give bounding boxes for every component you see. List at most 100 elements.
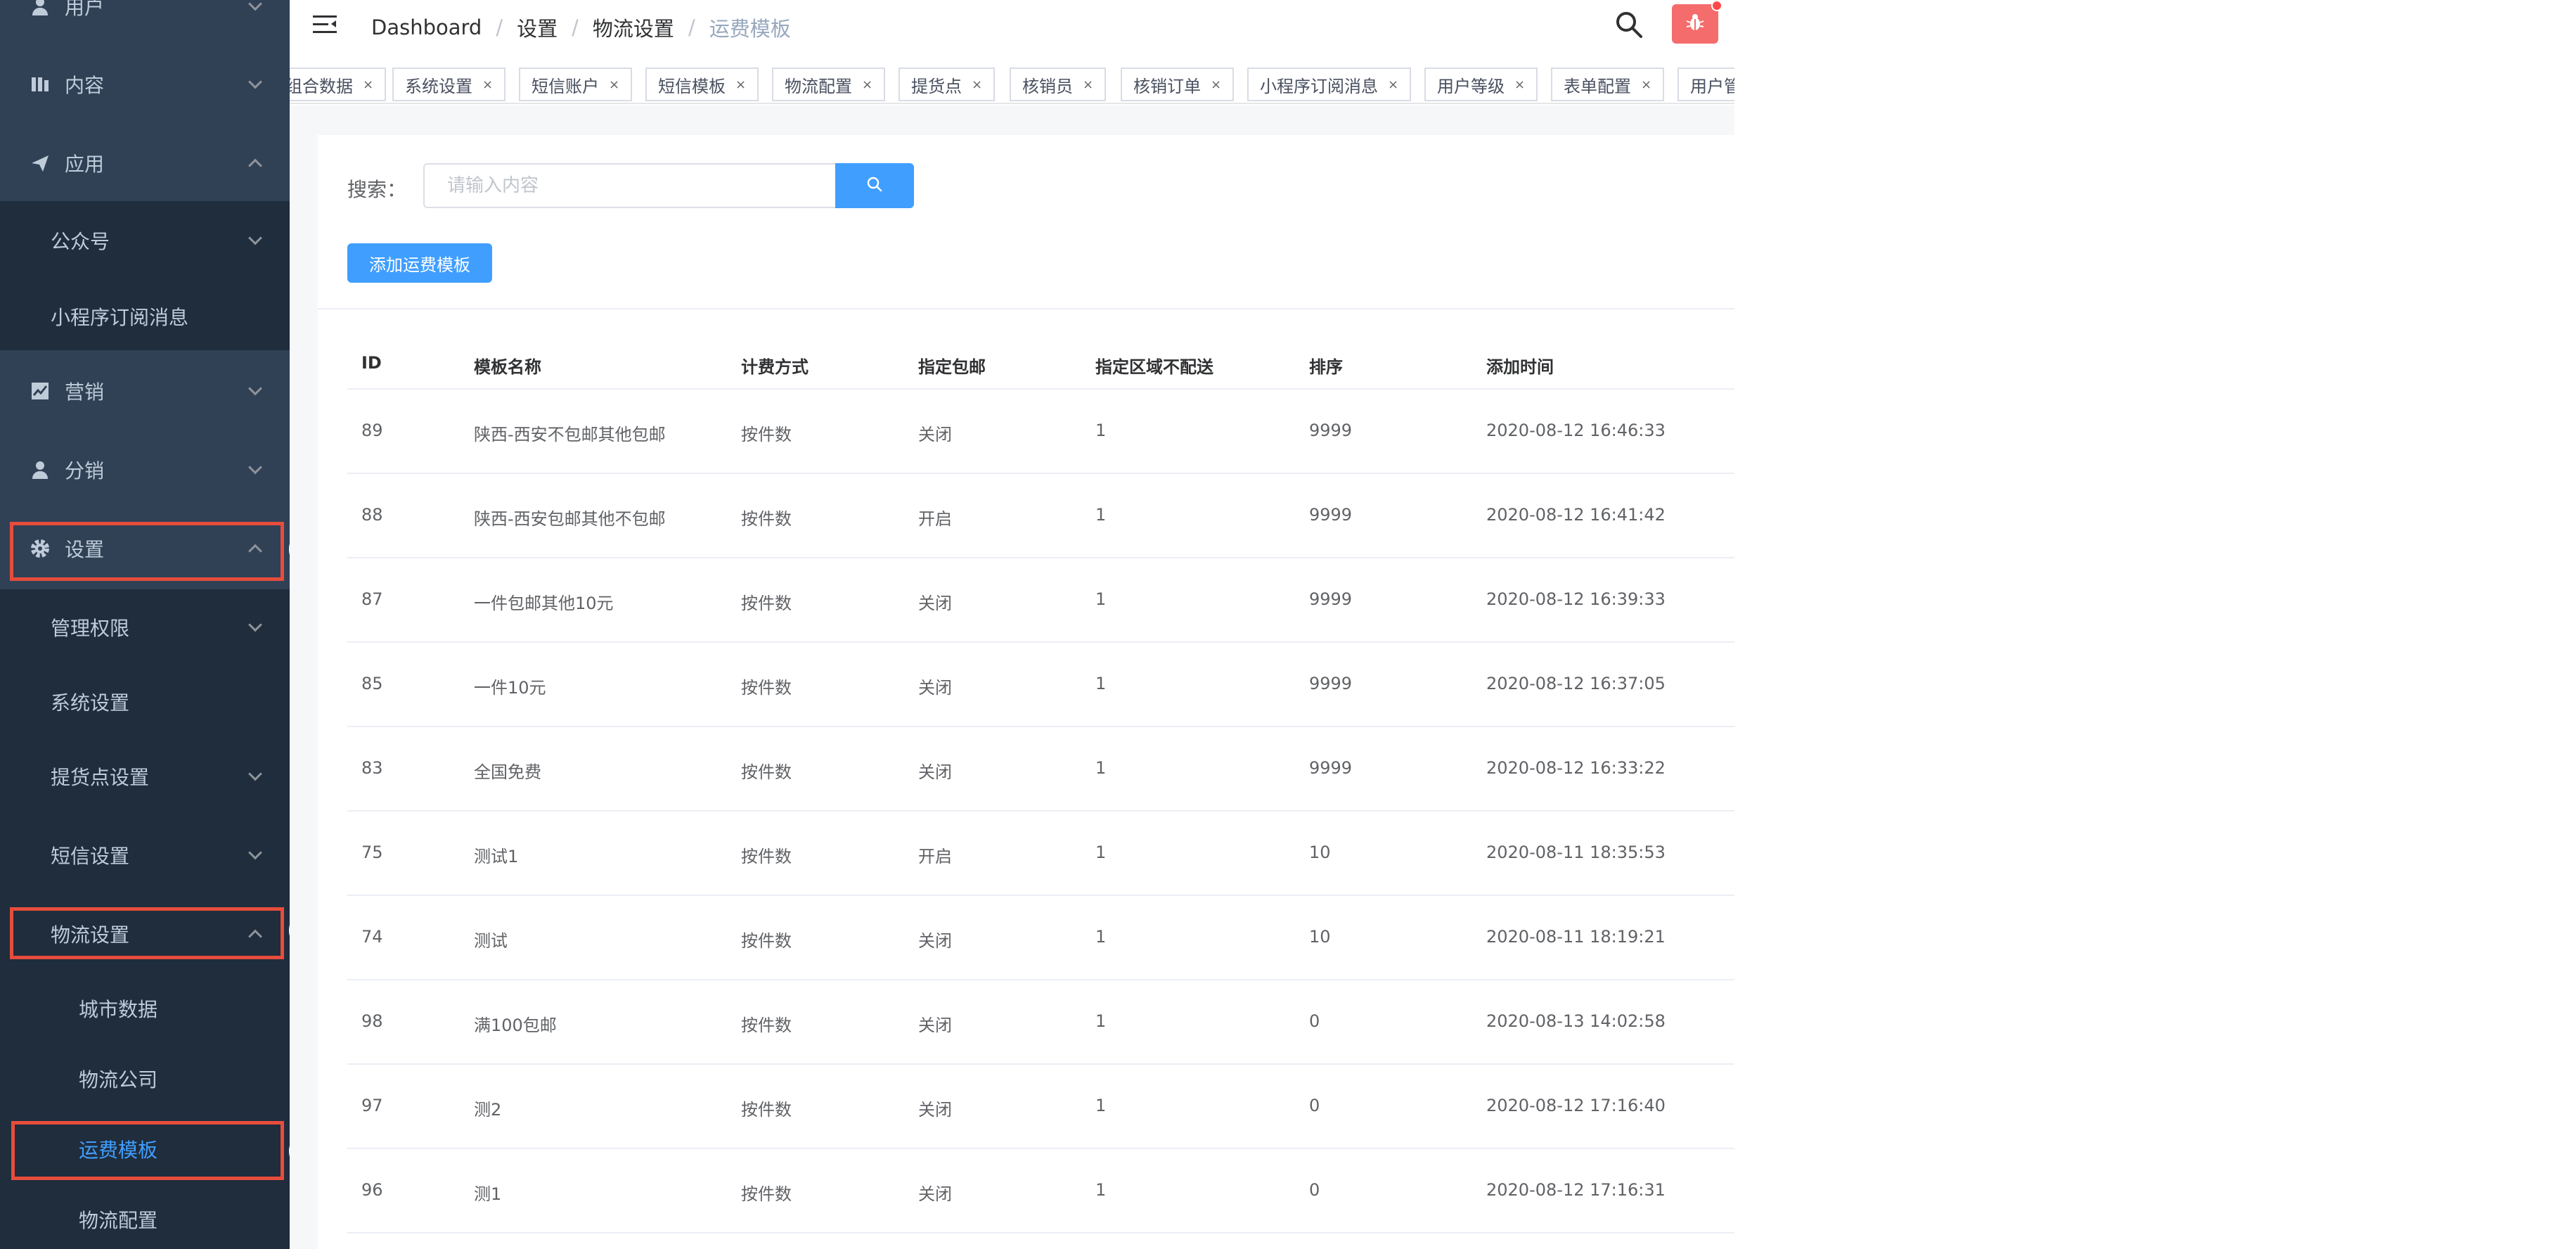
close-icon[interactable]: × [1211, 77, 1221, 92]
column-header-template-name[interactable]: 模板名称 [474, 353, 541, 378]
column-header-billing-method[interactable]: 计费方式 [741, 353, 809, 378]
tag-user-level[interactable]: 用户等级 × [1424, 68, 1538, 101]
tag-verify-orders[interactable]: 核销订单 × [1121, 68, 1235, 101]
sidebar-item-marketing[interactable]: 营销 [0, 369, 290, 414]
cell-sort: 9999 [1309, 505, 1353, 525]
search-input[interactable] [423, 163, 837, 208]
cell-sort: 10 [1309, 927, 1331, 947]
cell-id: 83 [361, 758, 383, 778]
sidebar-item-admin-permissions[interactable]: 管理权限 [0, 605, 290, 650]
sidebar-item-pickup-settings[interactable]: 提货点设置 [0, 754, 290, 799]
breadcrumb-dashboard[interactable]: Dashboard [371, 15, 482, 39]
sidebar-item-distribution[interactable]: 分销 [0, 447, 290, 492]
sidebar-item-system-settings[interactable]: 系统设置 [0, 679, 290, 724]
cell-id: 97 [361, 1096, 383, 1115]
close-icon[interactable]: × [972, 77, 982, 92]
cell-created-time: 2020-08-13 14:02:58 [1486, 1011, 1666, 1031]
cell-id: 98 [361, 1011, 383, 1031]
chevron-down-icon [248, 767, 262, 781]
sidebar-item-mini-program-subscription[interactable]: 小程序订阅消息 [0, 294, 290, 339]
table-row-divider [347, 895, 1734, 896]
close-icon[interactable]: × [1388, 77, 1398, 92]
content-icon [30, 74, 51, 95]
chevron-down-icon [248, 617, 262, 632]
search-button[interactable] [835, 163, 914, 208]
sidebar-item-label: 系统设置 [51, 691, 130, 715]
sidebar-item-logistics-config[interactable]: 物流配置 [0, 1197, 290, 1242]
breadcrumb-separator: / [688, 15, 695, 39]
breadcrumb-logistics-settings[interactable]: 物流设置 [593, 13, 674, 42]
cell-free-shipping: 开启 [918, 847, 952, 866]
column-header-no-delivery-area[interactable]: 指定区域不配送 [1095, 353, 1213, 378]
cell-sort: 0 [1309, 1011, 1320, 1031]
close-icon[interactable]: × [1514, 77, 1525, 92]
tag-logistics-config[interactable]: 物流配置 × [772, 68, 886, 101]
tag-form-config[interactable]: 表单配置 × [1551, 68, 1665, 101]
tag-user-management[interactable]: 用户管理 [1677, 68, 1734, 101]
close-icon[interactable]: × [862, 77, 872, 92]
column-header-id[interactable]: ID [361, 353, 382, 373]
chevron-down-icon [248, 845, 262, 860]
sidebar-item-official-account[interactable]: 公众号 [0, 218, 290, 263]
sidebar-item-label: 内容 [65, 74, 105, 97]
tag-mini-program-subscription[interactable]: 小程序订阅消息 × [1247, 68, 1412, 101]
tag-system-settings[interactable]: 系统设置 × [392, 68, 506, 101]
divider [318, 308, 1734, 309]
breadcrumb: Dashboard / 设置 / 物流设置 / 运费模板 [371, 13, 791, 42]
cell-free-shipping: 关闭 [918, 1016, 952, 1035]
cell-created-time: 2020-08-12 17:16:40 [1486, 1096, 1666, 1115]
close-icon[interactable]: × [609, 77, 619, 92]
sidebar-item-label: 短信设置 [51, 845, 130, 868]
error-log-button[interactable] [1672, 4, 1718, 44]
sidebar-item-logistics-company[interactable]: 物流公司 [0, 1056, 290, 1101]
cell-template-name: 测试1 [474, 847, 519, 866]
cell-no-delivery-area: 1 [1095, 589, 1107, 609]
column-header-created-time[interactable]: 添加时间 [1486, 353, 1554, 378]
tag-label: 小程序订阅消息 [1260, 76, 1378, 96]
cell-billing-method: 按件数 [741, 762, 792, 782]
cell-sort: 0 [1309, 1096, 1320, 1115]
sidebar-item-label: 公众号 [51, 230, 110, 253]
table-row-divider [347, 388, 1734, 390]
add-shipping-template-button[interactable]: 添加运费模板 [347, 243, 492, 283]
sidebar-item-label: 小程序订阅消息 [51, 306, 189, 329]
sidebar-item-sms-settings[interactable]: 短信设置 [0, 833, 290, 878]
column-header-sort[interactable]: 排序 [1309, 353, 1343, 378]
header-search-icon[interactable] [1614, 10, 1644, 39]
tag-pickup-point[interactable]: 提货点 × [899, 68, 996, 101]
breadcrumb-separator: / [572, 15, 579, 39]
tag-sms-account[interactable]: 短信账户 × [519, 68, 633, 101]
close-icon[interactable]: × [363, 77, 373, 92]
close-icon[interactable]: × [482, 77, 493, 92]
sidebar-item-label: 管理权限 [51, 617, 130, 640]
column-header-free-shipping[interactable]: 指定包邮 [918, 353, 986, 378]
tag-sms-template[interactable]: 短信模板 × [645, 68, 759, 101]
tag-verifier[interactable]: 核销员 × [1010, 68, 1107, 101]
sidebar-item-apps[interactable]: 应用 [0, 141, 290, 186]
hamburger-icon[interactable] [313, 14, 337, 35]
chevron-up-icon [248, 158, 262, 173]
cell-sort: 10 [1309, 843, 1331, 862]
cell-created-time: 2020-08-11 18:35:53 [1486, 843, 1666, 862]
cell-template-name: 全国免费 [474, 762, 541, 782]
tag-combined-data[interactable]: 组合数据 × [290, 68, 387, 101]
breadcrumb-settings[interactable]: 设置 [517, 13, 558, 42]
cell-created-time: 2020-08-12 17:16:31 [1486, 1180, 1666, 1200]
breadcrumb-shipping-template: 运费模板 [709, 17, 791, 41]
table-row-divider [347, 473, 1734, 474]
sidebar-item-city-data[interactable]: 城市数据 [0, 986, 290, 1031]
chevron-down-icon [248, 460, 262, 475]
sidebar-item-label: 分销 [65, 459, 105, 482]
cell-template-name: 测1 [474, 1184, 502, 1204]
close-icon[interactable]: × [1083, 77, 1093, 92]
chart-icon [30, 380, 51, 402]
sidebar: 用户 内容 应用 公众号 小程序订阅消息 营销 分销 设置 管理权限 系统设置 … [0, 0, 290, 1249]
chevron-down-icon [248, 75, 262, 89]
sidebar-item-user[interactable]: 用户 [0, 0, 290, 28]
sidebar-item-content[interactable]: 内容 [0, 62, 290, 107]
close-icon[interactable]: × [1641, 77, 1651, 92]
tag-label: 核销员 [1022, 76, 1073, 96]
user-icon [30, 0, 51, 17]
tag-label: 组合数据 [290, 76, 353, 96]
close-icon[interactable]: × [735, 77, 746, 92]
